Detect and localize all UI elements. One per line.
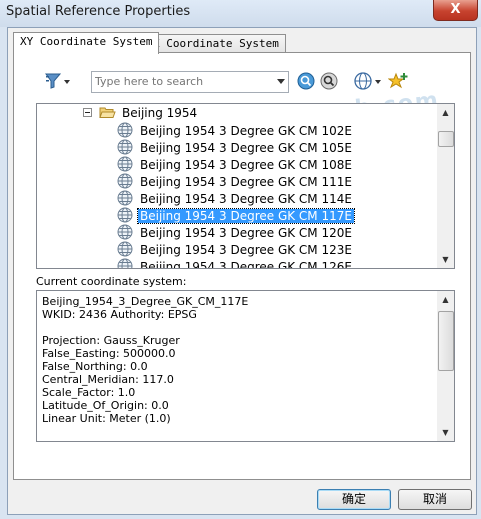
tab-panel-xy: 草根网 ccob.com Beijing 1954Beijing 1954 3 … [13,52,471,480]
tab-z-coordinate-system[interactable]: Z Coordinate System [146,34,286,53]
dialog-body: XY Coordinate System Z Coordinate System [7,27,477,515]
globe-icon [117,241,133,257]
search-input[interactable] [92,72,274,90]
tree-item[interactable]: Beijing 1954 3 Degree GK CM 120E [117,224,354,241]
globe-icon [117,122,133,138]
folder-open-icon [99,107,116,118]
scroll-up-icon[interactable]: ▲ [437,291,454,308]
tree-item[interactable]: Beijing 1954 3 Degree GK CM 111E [117,173,354,190]
tree-item[interactable]: Beijing 1954 3 Degree GK CM 105E [117,139,354,156]
detail-line: Beijing_1954_3_Degree_GK_CM_117E [42,295,249,308]
tree-item[interactable]: Beijing 1954 3 Degree GK CM 117E [117,207,355,224]
globe-icon [117,139,133,155]
globe-icon [117,190,133,206]
tree-item[interactable]: Beijing 1954 3 Degree GK CM 123E [117,241,354,258]
detail-line: False_Northing: 0.0 [42,360,148,373]
current-coordinate-system-details[interactable]: Beijing_1954_3_Degree_GK_CM_117E WKID: 24… [36,290,455,442]
search-icon[interactable] [296,71,316,91]
tree-item-label: Beijing 1954 3 Degree GK CM 102E [140,124,352,138]
tree-item[interactable]: Beijing 1954 3 Degree GK CM 114E [117,190,354,207]
tree-item-label: Beijing 1954 3 Degree GK CM 114E [140,192,352,206]
collapse-icon[interactable] [83,108,92,117]
tree-item-label: Beijing 1954 3 Degree GK CM 105E [140,141,352,155]
coordinate-system-tree[interactable]: Beijing 1954 Beijing 1954 3 Degree GK CM … [36,103,455,269]
tree-item-label: Beijing 1954 3 Degree GK CM 123E [140,243,352,257]
detail-line: Projection: Gauss_Kruger [42,334,180,347]
tree-item-label: Beijing 1954 3 Degree GK CM 126E [140,260,352,269]
detail-line: Scale_Factor: 1.0 [42,386,136,399]
filter-icon[interactable] [43,71,71,91]
tree-item-label: Beijing 1954 3 Degree GK CM 108E [140,158,352,172]
detail-line: Linear Unit: Meter (1.0) [42,412,171,425]
cancel-button[interactable]: 取消 [398,489,472,510]
close-button[interactable]: X [433,0,478,21]
globe-icon [117,173,133,189]
ok-button[interactable]: 确定 [317,489,391,510]
globe-icon [117,224,133,240]
globe-icon [117,156,133,172]
search-field[interactable] [91,71,289,93]
tab-xy-coordinate-system[interactable]: XY Coordinate System [13,32,160,54]
tree-item-label: Beijing 1954 3 Degree GK CM 117E [137,208,355,224]
scroll-thumb[interactable] [438,311,454,371]
current-coordinate-system-label: Current coordinate system: [36,275,187,288]
search-history-dropdown-icon[interactable] [277,79,285,84]
search-options-icon[interactable] [319,71,339,91]
globe-icon [117,207,133,223]
details-scrollbar[interactable]: ▲ ▼ [437,291,454,441]
window-title: Spatial Reference Properties [6,4,191,19]
tree-item-label: Beijing 1954 3 Degree GK CM 111E [140,175,352,189]
tree-item-label: Beijing 1954 3 Degree GK CM 120E [140,226,352,240]
title-bar[interactable]: Spatial Reference Properties X [0,0,481,27]
tree-item[interactable]: Beijing 1954 3 Degree GK CM 102E [117,122,354,139]
scroll-up-icon[interactable]: ▲ [437,104,454,121]
scroll-thumb[interactable] [438,131,454,147]
globe-icon [117,258,133,268]
tree-item[interactable]: Beijing 1954 3 Degree GK CM 108E [117,156,354,173]
detail-line: Latitude_Of_Origin: 0.0 [42,399,169,412]
detail-line: False_Easting: 500000.0 [42,347,176,360]
detail-line: WKID: 2436 Authority: EPSG [42,308,197,321]
detail-line: Central_Meridian: 117.0 [42,373,174,386]
tree-item[interactable]: Beijing 1954 3 Degree GK CM 126E [117,258,354,269]
scroll-down-icon[interactable]: ▼ [437,424,454,441]
tree-folder-label: Beijing 1954 [122,106,198,120]
tree-folder[interactable]: Beijing 1954 [83,105,199,122]
tree-scrollbar[interactable]: ▲ ▼ [437,104,454,268]
scroll-down-icon[interactable]: ▼ [437,251,454,268]
